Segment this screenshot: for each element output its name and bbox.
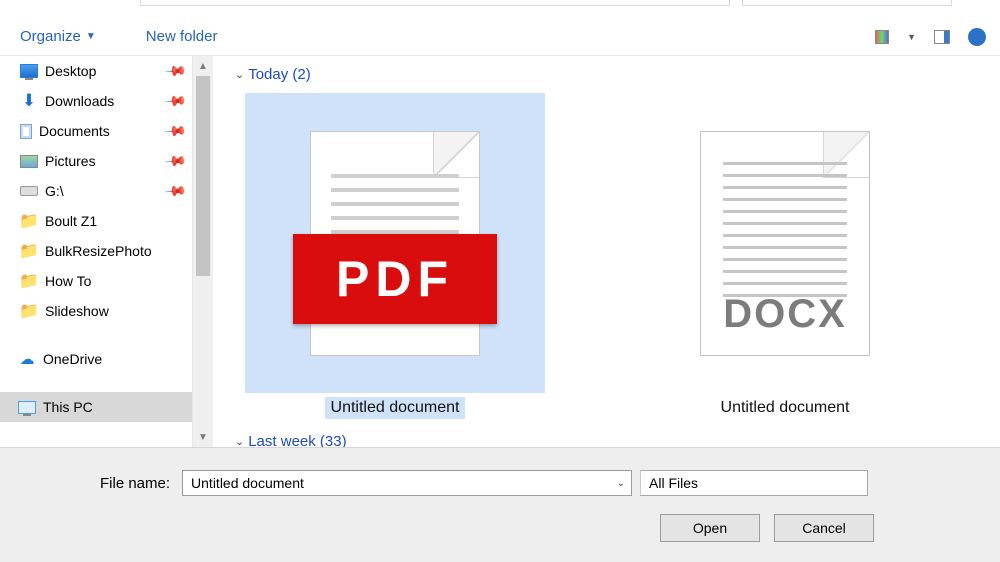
documents-icon — [20, 124, 32, 139]
chevron-down-icon: ▼ — [86, 31, 96, 42]
toolbar-right-icons: ▼ — [875, 28, 986, 46]
sidebar-item-this-pc[interactable]: This PC — [0, 392, 192, 422]
help-icon[interactable] — [968, 28, 986, 46]
desktop-icon — [20, 64, 38, 78]
pictures-icon — [20, 155, 38, 168]
open-button[interactable]: Open — [660, 514, 760, 542]
sidebar-item-label: Slideshow — [45, 303, 109, 319]
pin-icon: 📌 — [163, 59, 187, 83]
scroll-up-arrow-icon[interactable]: ▲ — [193, 56, 213, 76]
sidebar-item-label: Pictures — [45, 153, 96, 169]
sidebar-item-label: How To — [45, 273, 91, 289]
file-label: Untitled document — [715, 397, 856, 419]
onedrive-icon: ☁ — [18, 352, 36, 366]
filename-combobox[interactable]: Untitled document ⌄ — [182, 470, 632, 496]
file-item-docx[interactable]: DOCX Untitled document — [635, 93, 935, 419]
group-header-label: Last week (33) — [248, 433, 346, 447]
download-icon: ⬇ — [20, 94, 38, 108]
search-box-edge[interactable] — [742, 0, 952, 6]
sidebar-item-folder[interactable]: 📁 How To — [0, 266, 192, 296]
sidebar-item-documents[interactable]: Documents 📌 — [0, 116, 192, 146]
folder-icon: 📁 — [20, 274, 38, 288]
sidebar-item-downloads[interactable]: ⬇ Downloads 📌 — [0, 86, 192, 116]
pin-icon: 📌 — [163, 149, 187, 173]
pin-icon: 📌 — [163, 119, 187, 143]
sidebar-item-label: G:\ — [45, 183, 64, 199]
sidebar-item-desktop[interactable]: Desktop 📌 — [0, 56, 192, 86]
filter-value: All Files — [649, 475, 698, 491]
sidebar: Desktop 📌 ⬇ Downloads 📌 Documents 📌 Pict… — [0, 56, 193, 447]
folder-icon: 📁 — [20, 244, 38, 258]
folder-icon: 📁 — [20, 214, 38, 228]
file-type-filter[interactable]: All Files — [640, 470, 868, 496]
sidebar-item-pictures[interactable]: Pictures 📌 — [0, 146, 192, 176]
sidebar-item-label: OneDrive — [43, 351, 102, 367]
sidebar-item-g-drive[interactable]: G:\ 📌 — [0, 176, 192, 206]
organize-label: Organize — [20, 28, 81, 45]
folder-icon: 📁 — [20, 304, 38, 318]
preview-pane-icon[interactable] — [934, 30, 950, 44]
filename-label: File name: — [100, 475, 170, 492]
scrollbar-track[interactable] — [193, 76, 213, 427]
address-bar-edge[interactable] — [140, 0, 730, 6]
cancel-button[interactable]: Cancel — [774, 514, 874, 542]
sidebar-item-label: Downloads — [45, 93, 114, 109]
sidebar-scrollbar[interactable]: ▲ ▼ — [193, 56, 213, 447]
group-header-last-week[interactable]: ⌄ Last week (33) — [235, 433, 1000, 447]
organize-menu-button[interactable]: Organize ▼ — [20, 28, 96, 45]
scrollbar-thumb[interactable] — [196, 76, 210, 276]
chevron-down-icon: ⌄ — [235, 68, 244, 81]
sidebar-item-label: Desktop — [45, 63, 96, 79]
chevron-down-icon[interactable]: ⌄ — [617, 478, 625, 489]
toolbar: Organize ▼ New folder ▼ — [0, 18, 1000, 56]
docx-badge: DOCX — [713, 292, 857, 337]
view-mode-dropdown-icon[interactable]: ▼ — [907, 32, 916, 42]
file-list-area: ⌄ Today (2) PDF Untitled document — [213, 56, 1000, 447]
group-header-today[interactable]: ⌄ Today (2) — [235, 66, 1000, 83]
top-window-strip — [0, 0, 1000, 18]
filename-value: Untitled document — [191, 475, 304, 491]
sidebar-item-folder[interactable]: 📁 Boult Z1 — [0, 206, 192, 236]
view-mode-thumbnails-icon[interactable] — [875, 30, 889, 44]
sidebar-item-folder[interactable]: 📁 BulkResizePhoto — [0, 236, 192, 266]
this-pc-icon — [18, 401, 36, 414]
file-label: Untitled document — [325, 397, 466, 419]
sidebar-item-onedrive[interactable]: ☁ OneDrive — [0, 344, 192, 374]
scroll-down-arrow-icon[interactable]: ▼ — [193, 427, 213, 447]
sidebar-item-label: Boult Z1 — [45, 213, 97, 229]
pin-icon: 📌 — [163, 89, 187, 113]
group-header-label: Today (2) — [248, 66, 311, 83]
sidebar-item-label: BulkResizePhoto — [45, 243, 152, 259]
bottom-bar: File name: Untitled document ⌄ All Files… — [0, 447, 1000, 562]
drive-icon — [20, 186, 38, 196]
sidebar-item-label: This PC — [43, 399, 93, 415]
new-folder-button[interactable]: New folder — [146, 28, 218, 45]
pdf-badge: PDF — [293, 234, 497, 324]
pin-icon: 📌 — [163, 179, 187, 203]
file-item-pdf[interactable]: PDF Untitled document — [245, 93, 545, 419]
sidebar-item-label: Documents — [39, 123, 110, 139]
page-fold-icon — [433, 132, 479, 178]
sidebar-item-folder[interactable]: 📁 Slideshow — [0, 296, 192, 326]
chevron-down-icon: ⌄ — [235, 435, 244, 447]
